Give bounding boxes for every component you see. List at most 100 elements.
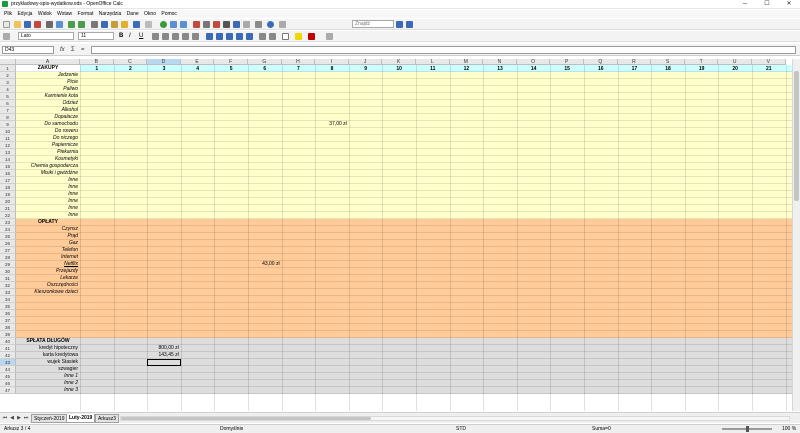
navigator-icon[interactable] [223, 21, 230, 28]
name-box[interactable]: D43 [2, 46, 54, 54]
font-color-icon[interactable] [308, 33, 315, 40]
row-header-36[interactable]: 36 [0, 310, 16, 317]
spellcheck-icon[interactable] [68, 21, 75, 28]
number-format-standard-icon[interactable] [226, 33, 233, 40]
increase-indent-icon[interactable] [269, 33, 276, 40]
print-preview-icon[interactable] [56, 21, 63, 28]
open-folder-icon[interactable] [14, 21, 21, 28]
font-size-select[interactable]: 11 [78, 32, 114, 40]
row-header-19[interactable]: 19 [0, 191, 16, 198]
zoom-slider-knob[interactable] [746, 426, 749, 432]
function-icon[interactable]: = [81, 46, 85, 54]
row-header-42[interactable]: 42 [0, 352, 16, 359]
find-down-icon[interactable] [396, 21, 403, 28]
row-header-29[interactable]: 29 [0, 261, 16, 268]
row-header-33[interactable]: 33 [0, 289, 16, 296]
row-header-30[interactable]: 30 [0, 268, 16, 275]
decrease-indent-icon[interactable] [259, 33, 266, 40]
row-header-5[interactable]: 5 [0, 93, 16, 100]
styles-icon[interactable] [3, 33, 10, 40]
row-header-45[interactable]: 45 [0, 373, 16, 380]
prev-sheet-icon[interactable]: ◀ [9, 415, 15, 422]
row-header-8[interactable]: 8 [0, 114, 16, 121]
menu-format[interactable]: Format [78, 10, 94, 18]
row-header-27[interactable]: 27 [0, 247, 16, 254]
row-header-43[interactable]: 43 [0, 359, 16, 366]
menu-data[interactable]: Dane [127, 10, 139, 18]
last-sheet-icon[interactable]: ⏭ [23, 415, 29, 422]
row-header-24[interactable]: 24 [0, 226, 16, 233]
row-header-12[interactable]: 12 [0, 142, 16, 149]
horizontal-scroll-thumb[interactable] [121, 417, 371, 420]
hyperlink-icon[interactable] [160, 21, 167, 28]
row-header-4[interactable]: 4 [0, 86, 16, 93]
row-header-40[interactable]: 40 [0, 338, 16, 345]
minimize-button[interactable]: ─ [734, 0, 756, 9]
maximize-button[interactable]: ☐ [756, 0, 778, 9]
tab-arkusz3[interactable]: Arkusz3 [95, 414, 120, 423]
row-header-44[interactable]: 44 [0, 366, 16, 373]
row-header-23[interactable]: 23 [0, 219, 16, 226]
status-zoom[interactable]: 100 % [782, 425, 796, 433]
row-header-3[interactable]: 3 [0, 79, 16, 86]
selected-cell-cursor[interactable] [147, 359, 181, 366]
menu-view[interactable]: Widok [38, 10, 52, 18]
cell-value[interactable]: 43,00 zł [248, 261, 282, 268]
draw-functions-icon[interactable] [213, 21, 220, 28]
number-format-percent-icon[interactable] [216, 33, 223, 40]
row-header-35[interactable]: 35 [0, 303, 16, 310]
align-center-icon[interactable] [162, 33, 169, 40]
bold-icon[interactable]: B [119, 33, 126, 40]
row-header-37[interactable]: 37 [0, 317, 16, 324]
horizontal-scrollbar[interactable] [120, 416, 790, 421]
delete-decimal-icon[interactable] [246, 33, 253, 40]
first-sheet-icon[interactable]: ⏮ [2, 415, 8, 422]
gallery-icon[interactable] [233, 21, 240, 28]
zoom-slider[interactable] [722, 426, 772, 432]
toolbar-options-icon[interactable] [279, 21, 286, 28]
row-header-1[interactable]: 1 [0, 65, 16, 72]
undo-icon[interactable] [133, 21, 140, 28]
row-header-15[interactable]: 15 [0, 163, 16, 170]
formula-input[interactable] [91, 46, 796, 54]
status-selection-mode[interactable]: STD [456, 425, 466, 433]
font-name-select[interactable]: Lato [18, 32, 74, 40]
menu-file[interactable]: Plik [4, 10, 12, 18]
cell-value[interactable]: 37,00 zł [315, 121, 349, 128]
row-header-31[interactable]: 31 [0, 275, 16, 282]
paste-icon[interactable] [111, 21, 118, 28]
autospell-icon[interactable] [78, 21, 85, 28]
cell-value[interactable]: 800,00 zł [147, 345, 181, 352]
find-up-icon[interactable] [406, 21, 413, 28]
cell-value[interactable]: 143,45 zł [147, 352, 181, 359]
menu-edit[interactable]: Edycja [17, 10, 32, 18]
row-header-16[interactable]: 16 [0, 170, 16, 177]
add-decimal-icon[interactable] [236, 33, 243, 40]
save-icon[interactable] [24, 21, 31, 28]
row-header-22[interactable]: 22 [0, 212, 16, 219]
tab-styczen-2019[interactable]: Styczeń-2019 [31, 414, 68, 423]
redo-icon[interactable] [145, 21, 152, 28]
tab-luty-2019[interactable]: Luty-2019 [66, 414, 96, 423]
row-header-25[interactable]: 25 [0, 233, 16, 240]
row-header-18[interactable]: 18 [0, 184, 16, 191]
background-color-icon[interactable] [295, 33, 302, 40]
next-sheet-icon[interactable]: ▶ [16, 415, 22, 422]
row-header-13[interactable]: 13 [0, 149, 16, 156]
row-header-38[interactable]: 38 [0, 324, 16, 331]
row-header-6[interactable]: 6 [0, 100, 16, 107]
borders-icon[interactable] [282, 33, 289, 40]
justify-icon[interactable] [182, 33, 189, 40]
menu-insert[interactable]: Wstaw [57, 10, 72, 18]
spreadsheet-grid[interactable]: A B C D E F G H I J K L M N O P Q R S T U V 1 2 3 4 5 6 7 8 9 10 11 12 13 1… [0, 59, 792, 411]
row-header-9[interactable]: 9 [0, 121, 16, 128]
row-header-46[interactable]: 46 [0, 380, 16, 387]
number-format-currency-icon[interactable] [206, 33, 213, 40]
vertical-scrollbar[interactable] [792, 59, 800, 411]
copy-icon[interactable] [101, 21, 108, 28]
sort-ascending-icon[interactable] [170, 21, 177, 28]
row-header-26[interactable]: 26 [0, 240, 16, 247]
vertical-scroll-thumb[interactable] [794, 71, 799, 201]
row-header-20[interactable]: 20 [0, 198, 16, 205]
sum-icon[interactable]: Σ [71, 46, 75, 54]
